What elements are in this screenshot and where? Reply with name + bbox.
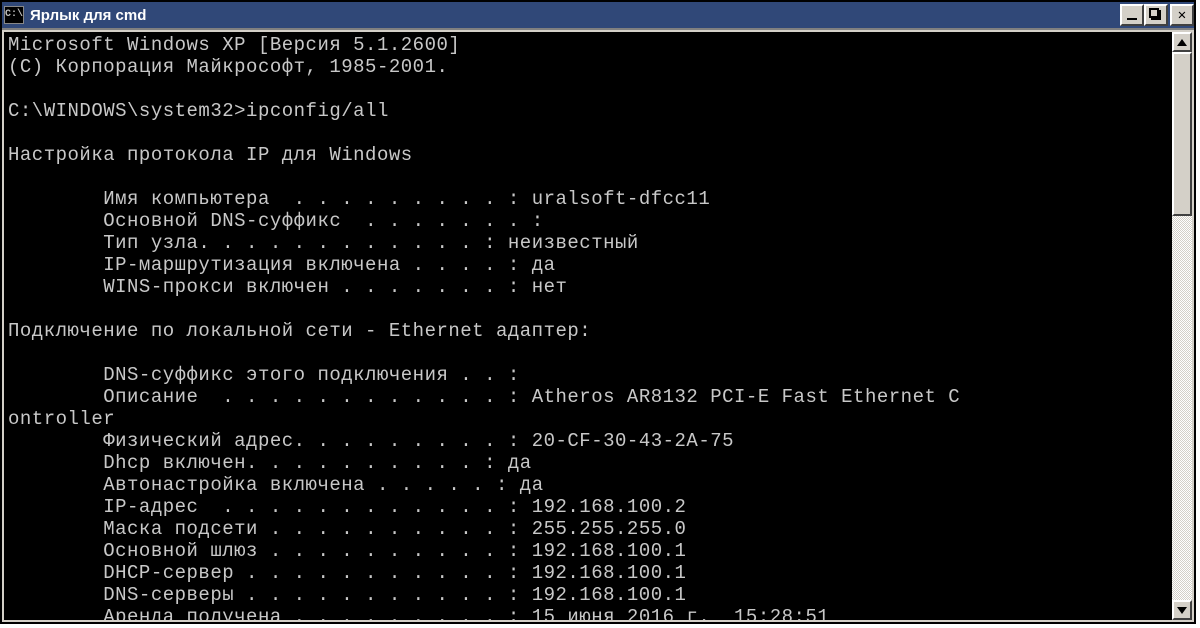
field-dots: . . . . . . . . . :	[282, 606, 532, 620]
window-title: Ярлык для cmd	[30, 7, 1120, 24]
field-dots: . . . . . . . . . . :	[258, 540, 532, 562]
window-controls: ✕	[1120, 4, 1194, 26]
field-value: да	[508, 452, 532, 474]
field-dots: . . . . . . . . . . :	[258, 518, 532, 540]
field-label: DNS-суффикс этого подключения	[103, 364, 448, 386]
field-dots: . . . . . . . . . . . . :	[198, 496, 531, 518]
field-value: Atheros AR8132 PCI-E Fast Ethernet C	[532, 386, 960, 408]
field-dots: . . . . . . . :	[341, 210, 555, 232]
field-value: нет	[532, 276, 568, 298]
field-label: Основной DNS-суффикс	[103, 210, 341, 232]
banner-line: (C) Корпорация Майкрософт, 1985-2001.	[8, 56, 448, 78]
field-dots: . . :	[448, 364, 531, 386]
typed-command: ipconfig/all	[246, 100, 389, 122]
field-label: IP-маршрутизация включена	[103, 254, 401, 276]
field-value: да	[520, 474, 544, 496]
scroll-track[interactable]	[1172, 52, 1192, 600]
field-value: 255.255.255.0	[532, 518, 687, 540]
vertical-scrollbar[interactable]	[1172, 32, 1192, 620]
field-label: WINS-прокси включен	[103, 276, 329, 298]
field-dots: . . . . . . . . . . . . :	[198, 386, 531, 408]
field-dots: . . . . . . . . . . . :	[210, 232, 508, 254]
field-value: 20-CF-30-43-2A-75	[532, 430, 734, 452]
field-dots: . . . . . . . :	[329, 276, 531, 298]
field-value: 192.168.100.1	[532, 562, 687, 584]
field-label: DNS-серверы	[103, 584, 234, 606]
field-label: Описание	[103, 386, 198, 408]
field-dots: . . . . . . . . . :	[270, 188, 532, 210]
title-bar[interactable]: C:\ Ярлык для cmd ✕	[2, 2, 1194, 28]
field-dots: . . . . . :	[365, 474, 520, 496]
close-button[interactable]: ✕	[1170, 4, 1194, 26]
console-output[interactable]: Microsoft Windows XP [Версия 5.1.2600] (…	[4, 32, 1172, 620]
field-value: 15 июня 2016 г. 15:28:51	[532, 606, 830, 620]
minimize-button[interactable]	[1120, 4, 1144, 26]
scroll-up-button[interactable]	[1172, 32, 1192, 52]
field-label: Основной шлюз	[103, 540, 258, 562]
field-dots: . . . . . . . . :	[306, 430, 532, 452]
field-value: неизвестный	[508, 232, 639, 254]
section-header: Настройка протокола IP для Windows	[8, 144, 413, 166]
field-value: да	[532, 254, 556, 276]
field-dots: . . . . . . . . . . . :	[234, 562, 532, 584]
field-value: uralsoft-dfcc11	[532, 188, 711, 210]
chevron-down-icon	[1177, 607, 1187, 614]
close-icon: ✕	[1178, 7, 1186, 24]
field-label: Маска подсети	[103, 518, 258, 540]
prompt: C:\WINDOWS\system32>	[8, 100, 246, 122]
field-label: Аренда получена	[103, 606, 282, 620]
field-value: 192.168.100.1	[532, 540, 687, 562]
field-label: DHCP-сервер	[103, 562, 234, 584]
field-dots: . . . . . . . . . . . :	[234, 584, 532, 606]
field-label: Физический адрес.	[103, 430, 305, 452]
field-label: Имя компьютера	[103, 188, 270, 210]
field-label: Автонастройка включена	[103, 474, 365, 496]
adapter-header: Подключение по локальной сети - Ethernet…	[8, 320, 591, 342]
field-label: Dhcp включен	[103, 452, 246, 474]
client-area: Microsoft Windows XP [Версия 5.1.2600] (…	[2, 28, 1194, 622]
app-window: C:\ Ярлык для cmd ✕ Microsoft Windows XP…	[0, 0, 1196, 624]
console-wrap: Microsoft Windows XP [Версия 5.1.2600] (…	[4, 32, 1192, 620]
scroll-down-button[interactable]	[1172, 600, 1192, 620]
restore-icon	[1151, 10, 1161, 20]
minimize-icon	[1127, 18, 1137, 20]
chevron-up-icon	[1177, 39, 1187, 46]
field-dots: . . . . . . . . . . :	[246, 452, 508, 474]
field-value-continuation: ontroller	[8, 408, 115, 430]
restore-button[interactable]	[1144, 4, 1168, 26]
field-label: IP-адрес	[103, 496, 198, 518]
field-dots: . . . . :	[401, 254, 532, 276]
field-value: 192.168.100.1	[532, 584, 687, 606]
field-label: Тип узла.	[103, 232, 210, 254]
banner-line: Microsoft Windows XP [Версия 5.1.2600]	[8, 34, 460, 56]
field-value: 192.168.100.2	[532, 496, 687, 518]
system-menu-icon[interactable]: C:\	[4, 6, 24, 24]
scroll-thumb[interactable]	[1172, 52, 1192, 216]
